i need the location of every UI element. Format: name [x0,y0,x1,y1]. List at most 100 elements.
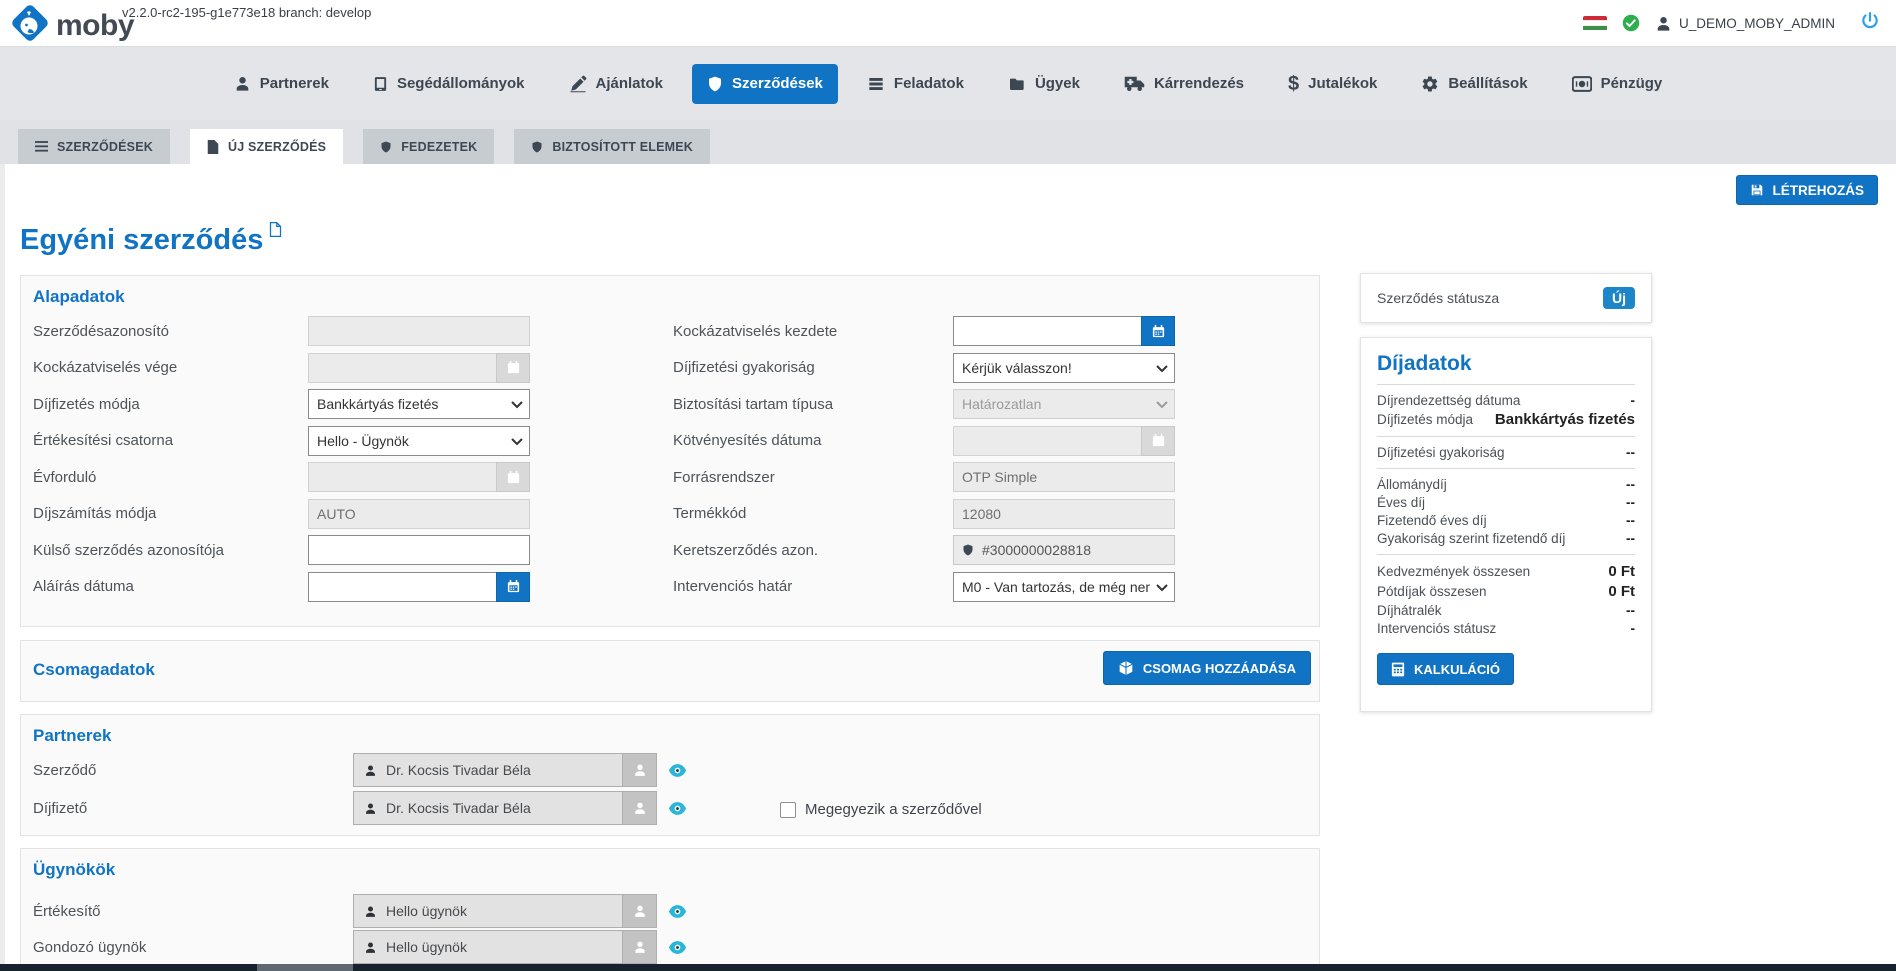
partner-name: Dr. Kocsis Tivadar Béla [386,800,531,816]
tab-biztositott-elemek[interactable]: BIZTOSÍTOTT ELEMEK [514,129,710,164]
fee-row: Díjhátralék -- [1377,603,1635,618]
calendar-button[interactable] [496,572,530,602]
field-label: Forrásrendszer [673,469,953,486]
dijfizetes-modja-select[interactable]: Bankkártyás fizetés [308,389,530,419]
horizontal-scrollbar[interactable] [0,964,1896,971]
kulso-szerzodes-azonosito-input[interactable] [308,535,530,565]
person-icon [364,764,377,777]
termekkod-input[interactable] [953,499,1175,529]
field-label: Szerződésazonosító [33,323,308,340]
tab-fedezetek[interactable]: FEDEZETEK [363,129,494,164]
tab-label: BIZTOSÍTOTT ELEMEK [552,140,693,154]
fee-row: Díjfizetés módja Bankkártyás fizetés [1377,411,1635,428]
forrasrendszer-input[interactable] [953,462,1175,492]
field-label: Kötvényesítés dátuma [673,432,953,449]
calendar-button[interactable] [1141,316,1175,346]
nav-item-ajanlatok[interactable]: Ajánlatok [554,64,679,104]
date-input[interactable] [953,426,1141,456]
ambulance-icon [1124,75,1145,92]
szerzodo-partner-field[interactable]: Dr. Kocsis Tivadar Béla [353,753,623,787]
intervencios-hatar-select[interactable]: M0 - Van tartozás, de még nem v [953,572,1175,602]
user-icon [1655,15,1672,32]
ertekesito-agent-field[interactable]: Hello ügynök [353,894,623,928]
tab-uj-szerzodes[interactable]: ÚJ SZERZŐDÉS [190,129,343,164]
logout-power-icon[interactable] [1860,11,1880,36]
status-badge[interactable]: Új [1603,287,1635,309]
same-as-contractor-checkbox[interactable] [780,802,796,818]
tab-label: SZERZŐDÉSEK [57,140,153,154]
nav-label: Feladatok [894,75,964,92]
hungarian-flag-icon[interactable] [1583,16,1607,31]
list-icon [867,76,885,92]
gondozo-agent-field[interactable]: Hello ügynök [353,930,623,964]
select-value: Hello - Ügynök [317,433,409,449]
nav-item-partnerek[interactable]: Partnerek [219,64,344,103]
moby-logo[interactable]: moby [8,1,134,50]
fee-row: Gyakoriság szerint fizetendő díj -- [1377,531,1635,546]
select-partner-button[interactable] [623,791,657,825]
fee-row: Állománydíj -- [1377,477,1635,492]
dijfizeto-partner-field[interactable]: Dr. Kocsis Tivadar Béla [353,791,623,825]
field-label: Biztosítási tartam típusa [673,396,953,413]
create-button[interactable]: LÉTREHOZÁS [1736,175,1878,205]
kockazatviseles-vege-datefield [308,353,530,383]
nav-label: Kárrendezés [1154,75,1244,92]
chevron-down-icon [511,396,523,412]
alairas-datuma-datefield [308,572,530,602]
nav-item-segedallomanyok[interactable]: Segédállományok [358,64,540,104]
select-value: Határozatlan [962,396,1041,412]
scrollbar-thumb[interactable] [257,964,353,971]
chevron-down-icon [1156,360,1168,376]
package-icon [1118,660,1134,676]
create-button-label: LÉTREHOZÁS [1772,183,1864,198]
calendar-icon [496,353,530,383]
ertekesitesi-csatorna-select[interactable]: Hello - Ügynök [308,426,530,456]
select-value: Kérjük válasszon! [962,360,1072,376]
chevron-down-icon [1156,396,1168,412]
field-label: Kockázatviselés vége [33,359,308,376]
section-partnerek: Partnerek Szerződő Dr. Kocsis Tivadar Bé… [20,714,1320,836]
fee-row: Pótdíjak összesen 0 Ft [1377,583,1635,600]
vertical-scrollbar[interactable] [0,164,5,964]
status-label: Szerződés státusza [1377,290,1499,306]
select-value: M0 - Van tartozás, de még nem v [962,579,1150,595]
date-input[interactable] [308,353,496,383]
main-nav: Partnerek Segédállományok Ajánlatok Szer… [0,47,1896,120]
select-partner-button[interactable] [623,753,657,787]
view-partner-eye-icon[interactable] [669,764,686,777]
calendar-icon [496,462,530,492]
nav-item-feladatok[interactable]: Feladatok [852,64,979,103]
nav-item-szerzodesek[interactable]: Szerződések [692,64,838,104]
add-package-button[interactable]: CSOMAG HOZZÁADÁSA [1103,651,1311,685]
view-partner-eye-icon[interactable] [669,802,686,815]
fee-row: Díjfizetési gyakoriság -- [1377,445,1635,460]
nav-item-jutalekok[interactable]: $ Jutalékok [1273,64,1392,104]
view-agent-eye-icon[interactable] [669,941,686,954]
shield-icon [962,543,974,557]
szerzodesazonosito-input[interactable] [308,316,530,346]
keretszerzodes-azon-field[interactable]: #3000000028818 [953,535,1175,565]
date-input[interactable] [953,316,1141,346]
nav-item-beallitasok[interactable]: Beállítások [1406,64,1542,104]
gear-icon [1421,75,1439,93]
dijszamitas-modja-input[interactable] [308,499,530,529]
nav-item-karrendezes[interactable]: Kárrendezés [1109,64,1259,103]
nav-item-penzugy[interactable]: Pénzügy [1557,64,1678,103]
date-input[interactable] [308,462,496,492]
tab-label: FEDEZETEK [401,140,477,154]
person-icon [364,802,377,815]
field-label: Díjszámítás módja [33,505,308,522]
tab-szerzodesek[interactable]: SZERZŐDÉSEK [18,129,170,164]
moby-logo-icon [8,1,52,50]
chevron-down-icon [511,433,523,449]
user-menu[interactable]: U_DEMO_MOBY_ADMIN [1655,15,1835,32]
calculation-button[interactable]: KALKULÁCIÓ [1377,653,1514,685]
nav-item-ugyek[interactable]: Ügyek [993,64,1095,103]
dijfizetesi-gyakorisag-select[interactable]: Kérjük válasszon! [953,353,1175,383]
view-agent-eye-icon[interactable] [669,905,686,918]
nav-label: Szerződések [732,75,823,92]
date-input[interactable] [308,572,496,602]
agent-name: Hello ügynök [386,903,467,919]
select-agent-button[interactable] [623,930,657,964]
select-agent-button[interactable] [623,894,657,928]
